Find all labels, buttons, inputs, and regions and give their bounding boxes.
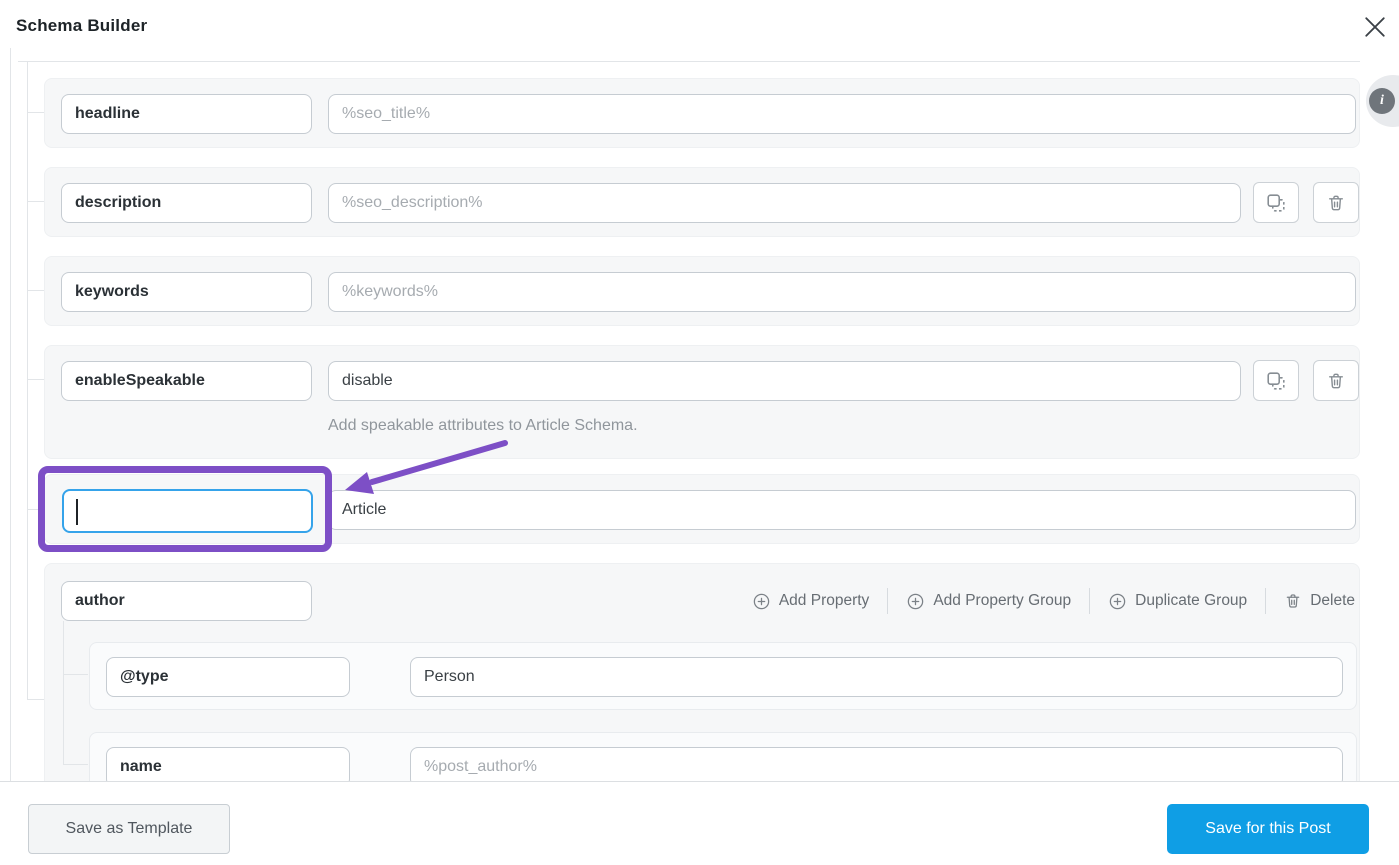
property-help-text: Add speakable attributes to Article Sche…: [328, 417, 638, 434]
property-key-input-focused[interactable]: [62, 489, 313, 533]
property-key-input[interactable]: [61, 361, 312, 401]
copy-icon: [1267, 193, 1285, 212]
tree-stub-headline: [27, 112, 44, 113]
toolbar-divider: [887, 588, 889, 614]
add-property-group-button[interactable]: Add Property Group: [906, 592, 1071, 611]
property-row-description: [44, 167, 1360, 237]
toolbar-divider: [1265, 588, 1267, 614]
property-value-input[interactable]: [328, 94, 1356, 134]
trash-icon: [1329, 373, 1343, 388]
tree-stub-description: [27, 201, 44, 202]
tree-line-author-children: [63, 621, 64, 765]
save-for-this-post-button[interactable]: Save for this Post: [1167, 804, 1369, 854]
tree-line-clipped-row: [18, 61, 1360, 62]
property-row-type: [89, 642, 1357, 710]
toolbar-divider: [1089, 588, 1091, 614]
modal-footer: Save as Template Save for this Post: [0, 781, 1399, 865]
plus-circle-icon: [753, 593, 770, 609]
plus-circle-icon: [908, 593, 924, 609]
duplicate-group-button[interactable]: Duplicate Group: [1108, 592, 1247, 611]
delete-group-button[interactable]: Delete: [1284, 592, 1355, 610]
add-property-label: Add Property: [778, 592, 870, 609]
property-value-input[interactable]: [328, 361, 1241, 401]
property-key-input[interactable]: [61, 272, 312, 312]
modal-header: Schema Builder: [0, 0, 1399, 48]
property-row-headline: [44, 78, 1360, 148]
text-caret: [76, 499, 78, 525]
save-as-template-button[interactable]: Save as Template: [28, 804, 230, 854]
tree-stub-keywords: [27, 290, 44, 291]
trash-icon: [1329, 195, 1343, 210]
property-value-input[interactable]: [328, 183, 1241, 223]
plus-circle-icon: [1109, 593, 1126, 609]
property-key-input[interactable]: [106, 657, 350, 697]
tree-line-root: [10, 48, 11, 781]
property-value-input[interactable]: [328, 272, 1356, 312]
copy-icon: [1267, 371, 1285, 390]
property-group-author: Add Property Add Property Group Duplicat…: [44, 563, 1360, 800]
tree-stub-name: [63, 764, 88, 765]
property-value-input[interactable]: [410, 657, 1343, 697]
group-actions-toolbar: Add Property Add Property Group Duplicat…: [752, 581, 1355, 621]
property-value-input[interactable]: [328, 490, 1356, 530]
duplicate-property-button[interactable]: [1253, 182, 1299, 223]
delete-property-button[interactable]: [1313, 360, 1359, 401]
close-icon[interactable]: [1356, 8, 1394, 46]
group-key-input[interactable]: [61, 581, 312, 621]
property-row-enablespeakable: Add speakable attributes to Article Sche…: [44, 345, 1360, 459]
add-property-group-label: Add Property Group: [933, 592, 1072, 609]
duplicate-group-label: Duplicate Group: [1135, 592, 1248, 609]
modal-title: Schema Builder: [16, 16, 148, 35]
property-key-input[interactable]: [61, 183, 312, 223]
add-property-button[interactable]: Add Property: [752, 592, 869, 611]
tree-stub-enablespeakable: [27, 379, 44, 380]
property-key-input[interactable]: [61, 94, 312, 134]
tree-stub-type: [63, 674, 88, 675]
tree-stub-author-group: [27, 699, 44, 700]
trash-icon: [1286, 594, 1300, 608]
delete-group-label: Delete: [1310, 592, 1355, 609]
tree-stub-new-property: [27, 509, 38, 510]
info-icon[interactable]: i: [1369, 88, 1395, 114]
schema-builder-modal: Schema Builder i headline %seo_title% de…: [0, 0, 1399, 865]
delete-property-button[interactable]: [1313, 182, 1359, 223]
property-row-keywords: [44, 256, 1360, 326]
duplicate-property-button[interactable]: [1253, 360, 1299, 401]
tree-line-level1: [27, 61, 28, 700]
